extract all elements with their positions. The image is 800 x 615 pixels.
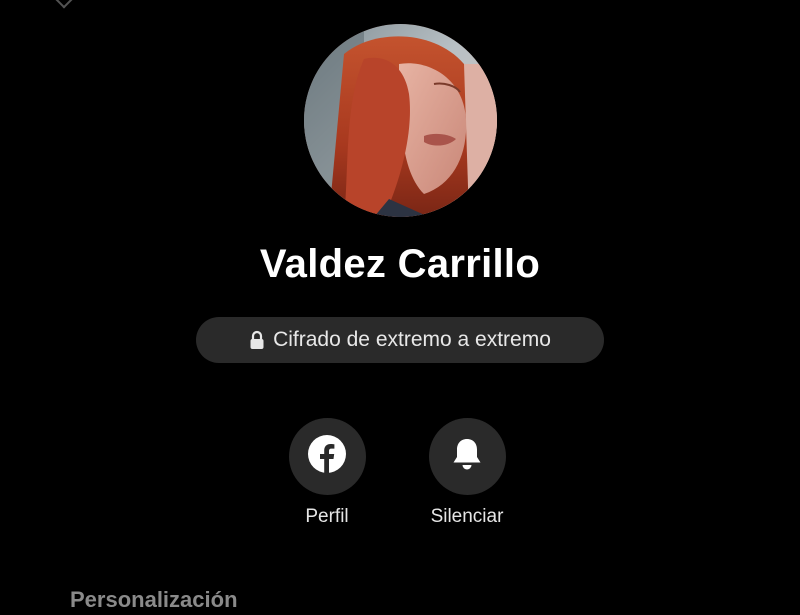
encryption-badge[interactable]: Cifrado de extremo a extremo	[196, 317, 604, 363]
profile-button[interactable]	[288, 418, 366, 495]
profile-photo	[304, 24, 497, 217]
facebook-icon	[308, 435, 346, 478]
contact-info-screen: Valdez Carrillo Cifrado de extremo a ext…	[0, 0, 800, 615]
lock-icon	[249, 330, 265, 350]
profile-action[interactable]: Perfil	[257, 418, 397, 528]
profile-label: Perfil	[305, 506, 349, 527]
avatar[interactable]	[304, 24, 497, 217]
mute-button[interactable]	[428, 418, 506, 495]
personalization-header: Personalización	[70, 587, 238, 612]
contact-name: Valdez Carrillo	[259, 242, 541, 286]
mute-label: Silenciar	[430, 506, 504, 527]
back-chevron-icon[interactable]	[55, 0, 73, 9]
mute-action[interactable]: Silenciar	[397, 418, 537, 528]
bell-icon	[450, 436, 484, 477]
encryption-label: Cifrado de extremo a extremo	[273, 328, 551, 351]
